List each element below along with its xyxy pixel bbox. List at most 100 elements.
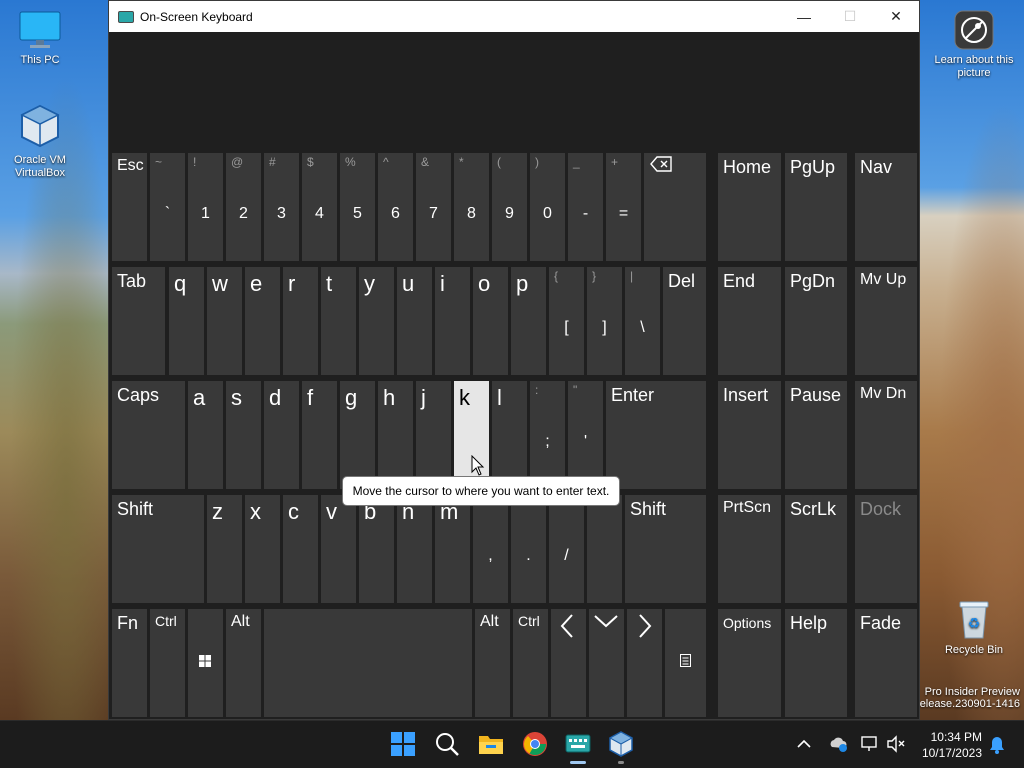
key-prtscn[interactable]: PrtScn bbox=[718, 495, 781, 603]
key-v[interactable]: v bbox=[321, 495, 356, 603]
key-help[interactable]: Help bbox=[785, 609, 847, 717]
desktop-icon-recycle-bin[interactable]: ♻ Recycle Bin bbox=[934, 598, 1014, 657]
key-0[interactable]: ) 0 bbox=[530, 153, 565, 261]
desktop-icon-virtualbox[interactable]: Oracle VM VirtualBox bbox=[0, 104, 80, 180]
key-alt-right[interactable]: Alt bbox=[475, 609, 510, 717]
key-q[interactable]: q bbox=[169, 267, 204, 375]
key-5[interactable]: % 5 bbox=[340, 153, 375, 261]
key-caps[interactable]: Caps bbox=[112, 381, 185, 489]
key-d[interactable]: d bbox=[264, 381, 299, 489]
key-h[interactable]: h bbox=[378, 381, 413, 489]
key-backspace[interactable] bbox=[644, 153, 706, 261]
key-w[interactable]: w bbox=[207, 267, 242, 375]
key-menu[interactable] bbox=[665, 609, 706, 717]
system-clock[interactable]: 10:34 PM 10/17/2023 bbox=[922, 729, 982, 761]
title-bar[interactable]: On-Screen Keyboard — ☐ ✕ bbox=[109, 1, 919, 32]
key-fade[interactable]: Fade bbox=[855, 609, 917, 717]
key-shift-right[interactable]: Shift bbox=[625, 495, 706, 603]
key-p[interactable]: p bbox=[511, 267, 546, 375]
key-e[interactable]: e bbox=[245, 267, 280, 375]
key-c[interactable]: c bbox=[283, 495, 318, 603]
key-blank[interactable] bbox=[587, 495, 622, 603]
key-a[interactable]: a bbox=[188, 381, 223, 489]
key-mv-dn[interactable]: Mv Dn bbox=[855, 381, 917, 489]
key-1[interactable]: ! 1 bbox=[188, 153, 223, 261]
key-m[interactable]: m bbox=[435, 495, 470, 603]
key-options[interactable]: Options bbox=[718, 609, 781, 717]
key-o[interactable]: o bbox=[473, 267, 508, 375]
key-fn[interactable]: Fn bbox=[112, 609, 147, 717]
key-j[interactable]: j bbox=[416, 381, 451, 489]
search-icon[interactable] bbox=[434, 731, 460, 757]
key-b[interactable]: b bbox=[359, 495, 394, 603]
chrome-icon[interactable] bbox=[522, 731, 548, 757]
key-equals[interactable]: + = bbox=[606, 153, 641, 261]
key-esc[interactable]: Esc bbox=[112, 153, 147, 261]
desktop-icon-this-pc[interactable]: This PC bbox=[0, 10, 80, 67]
key-minus[interactable]: _ - bbox=[568, 153, 603, 261]
key-space[interactable] bbox=[264, 609, 472, 717]
virtualbox-taskbar-icon[interactable] bbox=[608, 731, 634, 757]
key-down-arrow[interactable] bbox=[589, 609, 624, 717]
key-period[interactable]: . bbox=[511, 495, 546, 603]
key-left-bracket[interactable]: {[ bbox=[549, 267, 584, 375]
key-shift-left[interactable]: Shift bbox=[112, 495, 204, 603]
windows-start-icon[interactable] bbox=[390, 731, 416, 757]
key-s[interactable]: s bbox=[226, 381, 261, 489]
desktop-icon-learn-picture[interactable]: Learn about this picture bbox=[934, 10, 1014, 80]
key-left-arrow[interactable] bbox=[551, 609, 586, 717]
key-f[interactable]: f bbox=[302, 381, 337, 489]
key-3[interactable]: #3 bbox=[264, 153, 299, 261]
key-enter[interactable]: Enter bbox=[606, 381, 706, 489]
key-slash[interactable]: / bbox=[549, 495, 584, 603]
key-g[interactable]: g bbox=[340, 381, 375, 489]
key-right-bracket[interactable]: }] bbox=[587, 267, 622, 375]
key-ctrl-left[interactable]: Ctrl bbox=[150, 609, 185, 717]
notification-bell-icon[interactable] bbox=[988, 735, 1006, 755]
close-button[interactable]: ✕ bbox=[873, 1, 919, 32]
key-7[interactable]: & 7 bbox=[416, 153, 451, 261]
key-9[interactable]: (9 bbox=[492, 153, 527, 261]
key-nav[interactable]: Nav bbox=[855, 153, 917, 261]
key-comma[interactable]: , bbox=[473, 495, 508, 603]
key-x[interactable]: x bbox=[245, 495, 280, 603]
key-mv-up[interactable]: Mv Up bbox=[855, 267, 917, 375]
key-u[interactable]: u bbox=[397, 267, 432, 375]
key-end[interactable]: End bbox=[718, 267, 781, 375]
key-alt-left[interactable]: Alt bbox=[226, 609, 261, 717]
key-pgdn[interactable]: PgDn bbox=[785, 267, 847, 375]
on-screen-keyboard-taskbar-icon[interactable] bbox=[565, 731, 591, 757]
key-insert[interactable]: Insert bbox=[718, 381, 781, 489]
key-6[interactable]: ^ 6 bbox=[378, 153, 413, 261]
key-4[interactable]: $4 bbox=[302, 153, 337, 261]
key-y[interactable]: y bbox=[359, 267, 394, 375]
key-backslash[interactable]: | \ bbox=[625, 267, 660, 375]
onedrive-sync-icon[interactable] bbox=[828, 735, 848, 753]
key-r[interactable]: r bbox=[283, 267, 318, 375]
key-ctrl-right[interactable]: Ctrl bbox=[513, 609, 548, 717]
key-del[interactable]: Del bbox=[663, 267, 706, 375]
volume-muted-icon[interactable] bbox=[886, 735, 906, 753]
key-home[interactable]: Home bbox=[718, 153, 781, 261]
osk-window[interactable]: On-Screen Keyboard — ☐ ✕ Esc ~ ` ! 1 @2 #3… bbox=[108, 0, 920, 720]
key-backtick[interactable]: ~ ` bbox=[150, 153, 185, 261]
key-right-arrow[interactable] bbox=[627, 609, 662, 717]
key-2[interactable]: @2 bbox=[226, 153, 261, 261]
key-semicolon[interactable]: :; bbox=[530, 381, 565, 489]
key-pause[interactable]: Pause bbox=[785, 381, 847, 489]
key-quote[interactable]: " ' bbox=[568, 381, 603, 489]
key-pgup[interactable]: PgUp bbox=[785, 153, 847, 261]
chevron-up-icon[interactable] bbox=[796, 736, 812, 752]
key-windows[interactable] bbox=[188, 609, 223, 717]
network-icon[interactable] bbox=[860, 735, 880, 753]
key-tab[interactable]: Tab bbox=[112, 267, 165, 375]
key-i[interactable]: i bbox=[435, 267, 470, 375]
key-z[interactable]: z bbox=[207, 495, 242, 603]
key-l[interactable]: l bbox=[492, 381, 527, 489]
key-t[interactable]: t bbox=[321, 267, 356, 375]
key-n[interactable]: n bbox=[397, 495, 432, 603]
key-8[interactable]: * 8 bbox=[454, 153, 489, 261]
key-scrlk[interactable]: ScrLk bbox=[785, 495, 847, 603]
file-explorer-icon[interactable] bbox=[478, 731, 504, 757]
minimize-button[interactable]: — bbox=[781, 1, 827, 32]
